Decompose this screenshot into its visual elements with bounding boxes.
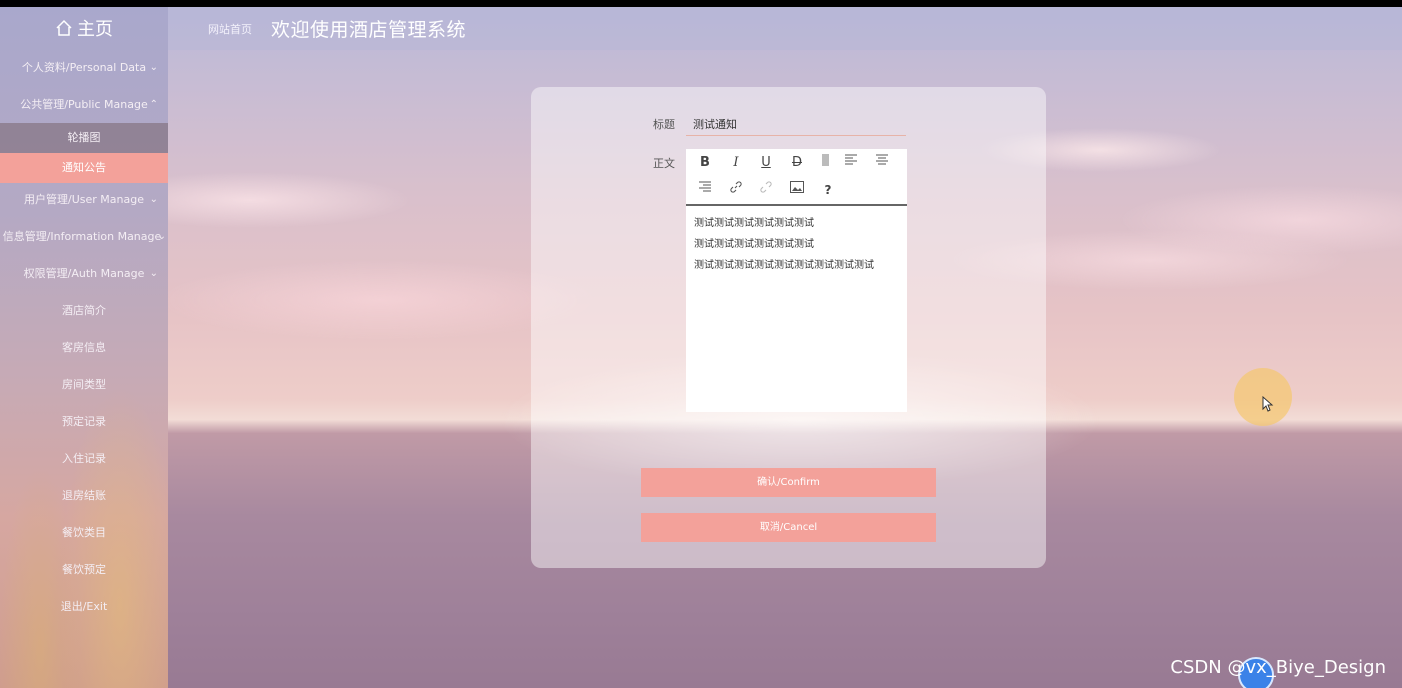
chevron-down-icon: ⌄	[149, 194, 158, 205]
chevron-down-icon: ⌄	[149, 268, 158, 279]
home-icon	[56, 19, 72, 36]
text-color-button[interactable]	[813, 152, 837, 174]
menu-label: 客房信息	[62, 341, 106, 354]
chevron-down-icon: ⌄	[157, 231, 166, 242]
mouse-pointer-icon	[1262, 396, 1274, 412]
editor-content[interactable]: 测试测试测试测试测试测试 测试测试测试测试测试测试 测试测试测试测试测试测试测试…	[694, 214, 874, 277]
bold-button[interactable]: B	[693, 152, 717, 174]
menu-label: 餐饮预定	[62, 563, 106, 576]
menu-label: 公共管理/Public Manage	[20, 98, 148, 111]
confirm-button[interactable]: 确认/Confirm	[641, 468, 936, 497]
menu-label: 退出/Exit	[60, 600, 108, 613]
page-title: 欢迎使用酒店管理系统	[271, 19, 467, 41]
submenu-notice[interactable]: 通知公告	[0, 153, 168, 183]
rich-text-editor[interactable]: B I U D ? 测试测试测试测试测试测试 测试测试测试测试测试测试 测试测试…	[686, 149, 907, 412]
submenu-carousel[interactable]: 轮播图	[0, 123, 168, 153]
menu-label: 退房结账	[62, 489, 106, 502]
editor-toolbar: B I U D ?	[686, 149, 907, 206]
menu-label: 房间类型	[62, 378, 106, 391]
menu-checkout[interactable]: 退房结账	[0, 481, 168, 511]
italic-button[interactable]: I	[724, 152, 748, 174]
image-icon	[790, 181, 804, 193]
link-button[interactable]	[724, 179, 748, 201]
menu-room-type[interactable]: 房间类型	[0, 370, 168, 400]
menu-label: 个人资料/Personal Data	[21, 61, 147, 74]
strikethrough-button[interactable]: D	[785, 152, 809, 174]
title-label: 标题	[653, 118, 675, 131]
align-right-icon	[699, 181, 711, 192]
align-left-icon	[845, 154, 857, 165]
menu-label: 通知公告	[62, 161, 106, 174]
menu-label: 轮播图	[67, 131, 101, 144]
link-icon	[730, 181, 742, 193]
menu-checkin-records[interactable]: 入住记录	[0, 444, 168, 474]
menu-information-manage[interactable]: 信息管理/Information Manage ⌄	[0, 222, 168, 252]
brand-label: 主页	[77, 19, 113, 40]
help-button[interactable]: ?	[816, 179, 840, 201]
chevron-up-icon: ⌃	[149, 99, 158, 110]
window-top-bar	[0, 0, 1402, 7]
menu-dining-category[interactable]: 餐饮类目	[0, 518, 168, 548]
menu-label: 权限管理/Auth Manage	[23, 267, 145, 280]
image-button[interactable]	[785, 179, 809, 201]
align-left-button[interactable]	[839, 152, 863, 174]
menu-label: 信息管理/Information Manage	[2, 230, 162, 243]
align-center-button[interactable]	[870, 152, 894, 174]
sidebar: 主页 个人资料/Personal Data ⌄ 公共管理/Public Mana…	[0, 7, 168, 688]
breadcrumb-home-link[interactable]: 网站首页	[208, 21, 252, 37]
menu-label: 预定记录	[62, 415, 106, 428]
body-label: 正文	[653, 157, 675, 170]
menu-booking-records[interactable]: 预定记录	[0, 407, 168, 437]
align-right-button[interactable]	[693, 179, 717, 201]
menu-hotel-intro[interactable]: 酒店简介	[0, 296, 168, 326]
color-swatch-icon	[822, 154, 829, 166]
chevron-down-icon: ⌄	[149, 62, 158, 73]
menu-public-manage[interactable]: 公共管理/Public Manage ⌃	[0, 90, 168, 120]
menu-exit[interactable]: 退出/Exit	[0, 592, 168, 622]
unlink-button[interactable]	[754, 179, 778, 201]
menu-label: 入住记录	[62, 452, 106, 465]
content-line: 测试测试测试测试测试测试测试测试测试	[694, 260, 874, 271]
align-center-icon	[876, 154, 888, 165]
home-link[interactable]: 主页	[0, 15, 168, 45]
content-line: 测试测试测试测试测试测试	[694, 239, 814, 250]
cancel-button[interactable]: 取消/Cancel	[641, 513, 936, 542]
content-line: 测试测试测试测试测试测试	[694, 218, 814, 229]
watermark-text: CSDN @vx_Biye_Design	[1170, 657, 1386, 678]
menu-label: 餐饮类目	[62, 526, 106, 539]
menu-user-manage[interactable]: 用户管理/User Manage ⌄	[0, 185, 168, 215]
title-input[interactable]	[686, 112, 906, 136]
menu-label: 酒店简介	[62, 304, 106, 317]
menu-personal-data[interactable]: 个人资料/Personal Data ⌄	[0, 53, 168, 83]
menu-label: 用户管理/User Manage	[24, 193, 144, 206]
menu-auth-manage[interactable]: 权限管理/Auth Manage ⌄	[0, 259, 168, 289]
menu-dining-booking[interactable]: 餐饮预定	[0, 555, 168, 585]
unlink-icon	[760, 181, 772, 193]
underline-button[interactable]: U	[754, 152, 778, 174]
menu-room-info[interactable]: 客房信息	[0, 333, 168, 363]
